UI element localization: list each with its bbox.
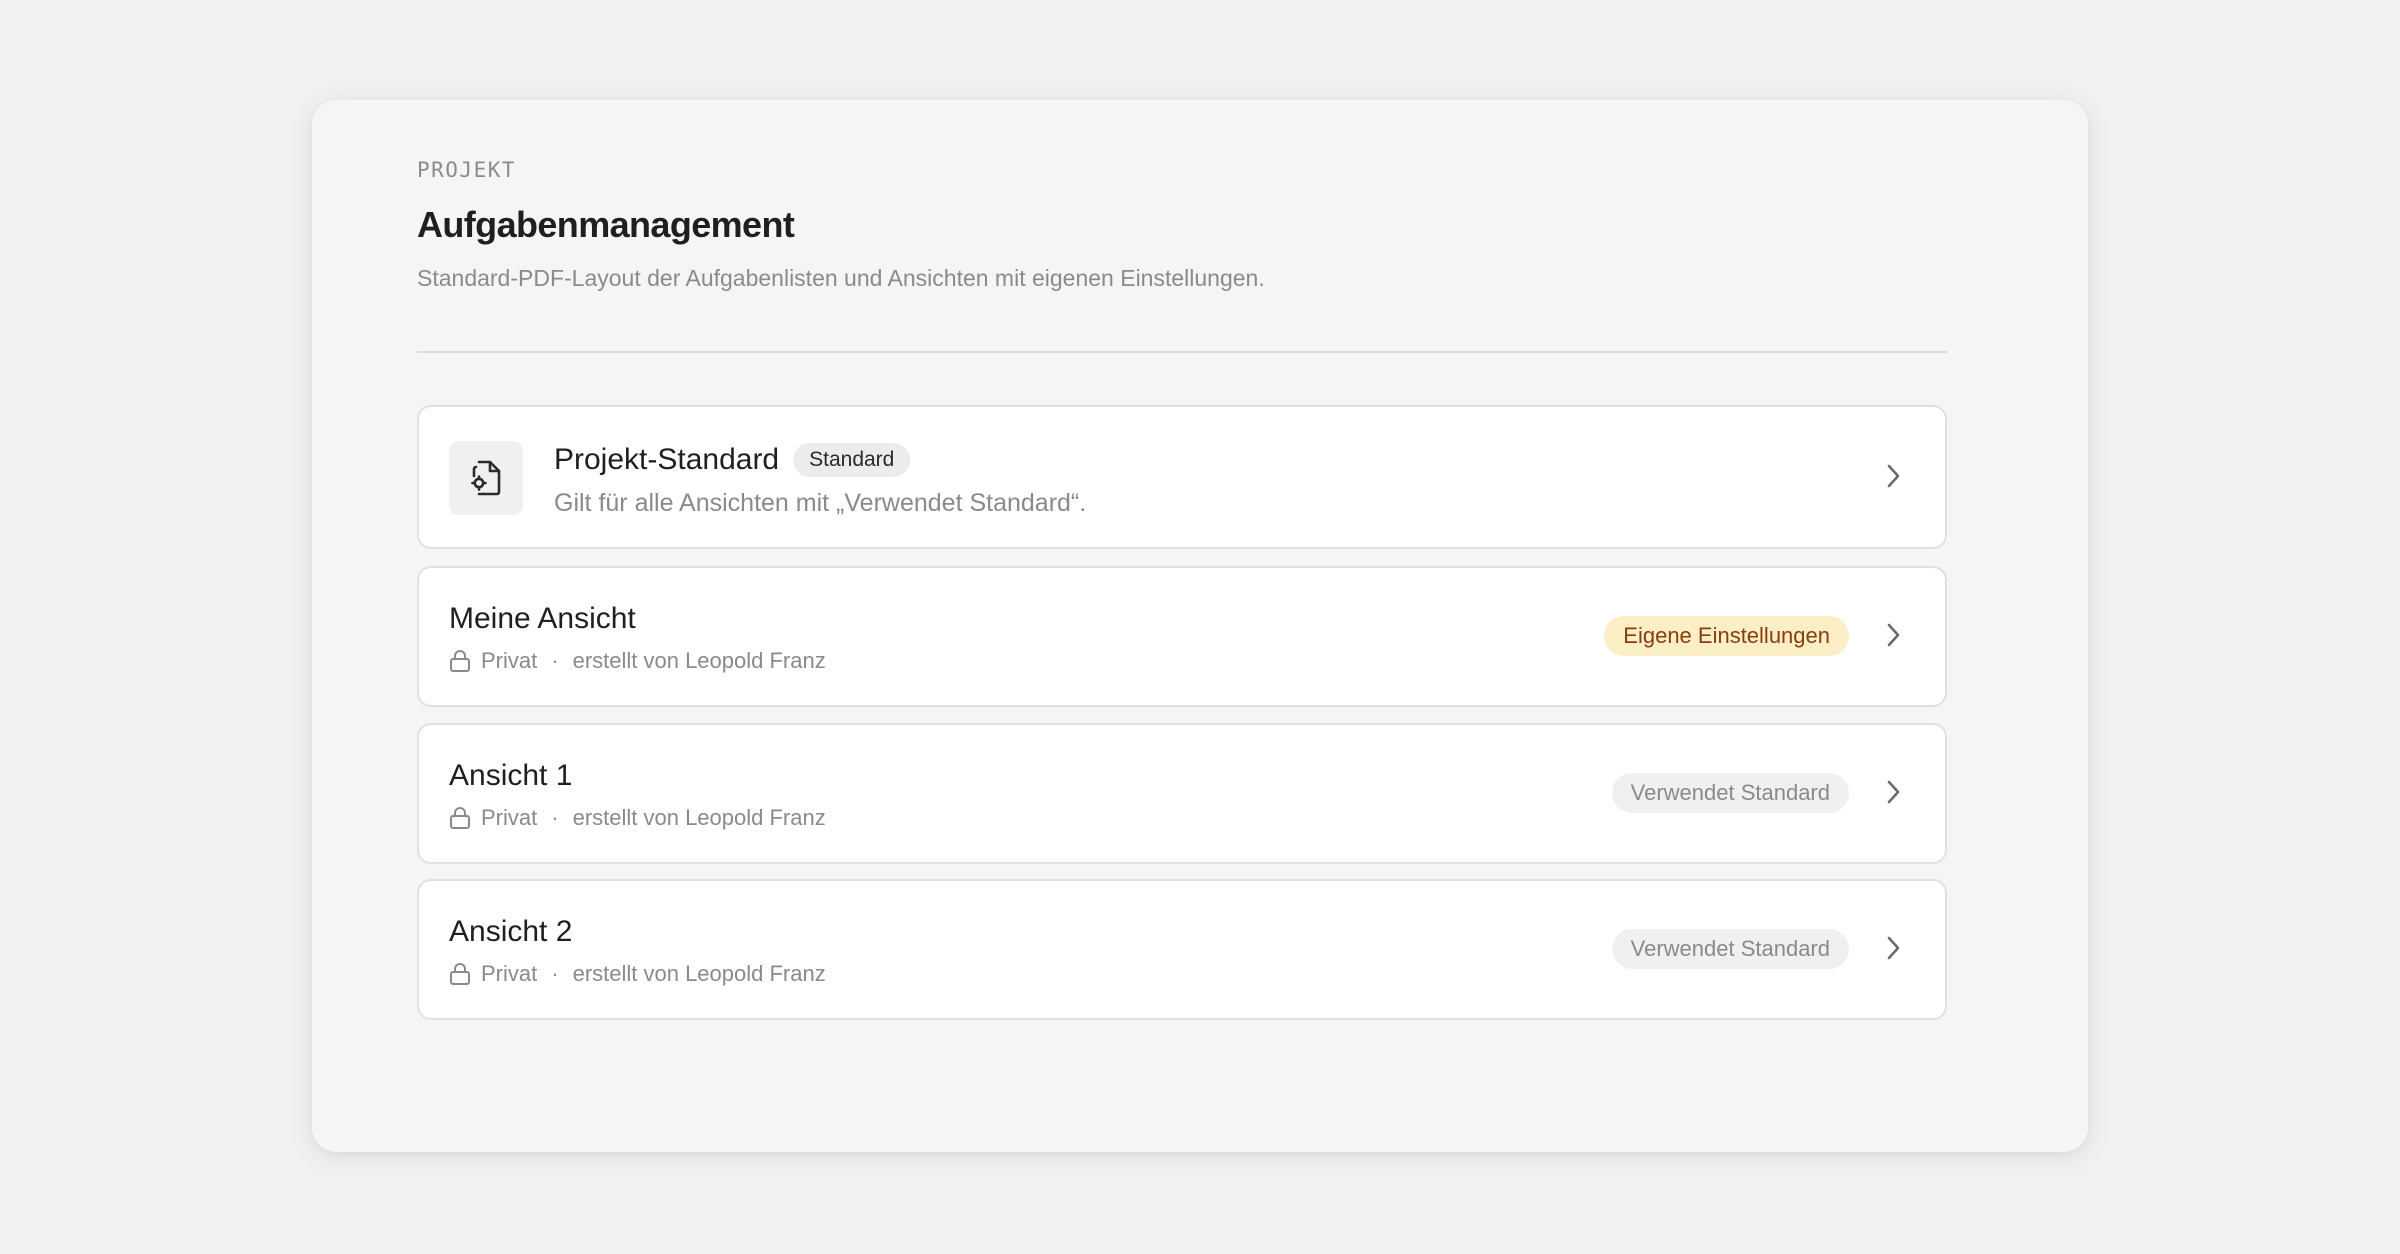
lock-icon: [449, 806, 471, 830]
visibility-label: Privat: [481, 805, 538, 830]
view-card-ansicht-1[interactable]: Ansicht 1 Privat · erstellt von Leopold …: [417, 723, 1947, 864]
project-default-title-row: Projekt-Standard Standard: [554, 443, 911, 477]
view-card-ansicht-2[interactable]: Ansicht 2 Privat · erstellt von Leopold …: [417, 879, 1947, 1020]
view-card-meine-ansicht[interactable]: Meine Ansicht Privat · erstellt von Leop…: [417, 566, 1947, 707]
page-title: Aufgabenmanagement: [417, 204, 795, 245]
view-meta: Privat · erstellt von Leopold Franz: [449, 805, 826, 831]
view-title: Ansicht 2: [449, 915, 573, 948]
creator-label: erstellt von Leopold Franz: [572, 648, 826, 673]
document-settings-icon: [449, 441, 523, 515]
standard-badge: Standard: [793, 443, 911, 477]
view-meta: Privat · erstellt von Leopold Franz: [449, 961, 826, 987]
meta-separator: ·: [551, 961, 559, 986]
meta-separator: ·: [551, 805, 559, 830]
chevron-right-icon: [1885, 935, 1901, 961]
chevron-right-icon: [1885, 463, 1901, 489]
status-badge: Verwendet Standard: [1611, 929, 1849, 969]
page-subtitle: Standard-PDF-Layout der Aufgabenlisten u…: [417, 265, 1265, 291]
visibility-label: Privat: [481, 961, 538, 986]
chevron-right-icon: [1885, 622, 1901, 648]
view-title: Meine Ansicht: [449, 602, 636, 635]
project-default-card[interactable]: Projekt-Standard Standard Gilt für alle …: [417, 405, 1947, 549]
status-badge: Eigene Einstellungen: [1604, 616, 1849, 656]
lock-icon: [449, 649, 471, 673]
section-eyebrow: PROJEKT: [417, 158, 517, 182]
chevron-right-icon: [1885, 779, 1901, 805]
meta-separator: ·: [551, 648, 559, 673]
status-badge: Verwendet Standard: [1611, 773, 1849, 813]
project-default-description: Gilt für alle Ansichten mit „Verwendet S…: [554, 489, 1087, 517]
visibility-label: Privat: [481, 648, 538, 673]
view-meta: Privat · erstellt von Leopold Franz: [449, 648, 826, 674]
creator-label: erstellt von Leopold Franz: [572, 805, 826, 830]
divider: [417, 351, 1947, 353]
creator-label: erstellt von Leopold Franz: [572, 961, 826, 986]
project-default-title: Projekt-Standard: [554, 443, 780, 476]
settings-panel: PROJEKT Aufgabenmanagement Standard-PDF-…: [312, 100, 2088, 1152]
view-title: Ansicht 1: [449, 759, 573, 792]
lock-icon: [449, 962, 471, 986]
